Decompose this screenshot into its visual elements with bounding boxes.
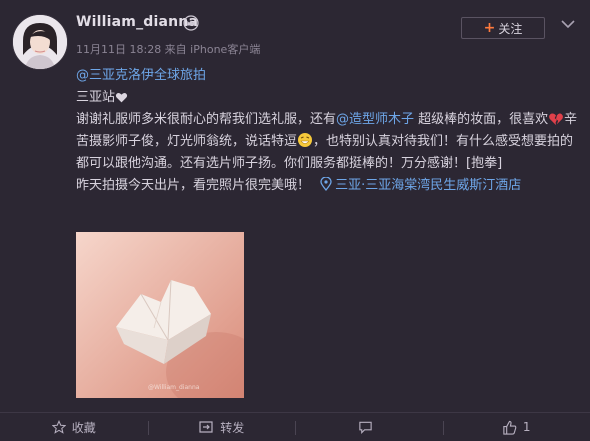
heart-icon: [115, 91, 128, 104]
favorite-button[interactable]: 收藏: [0, 413, 148, 441]
thumbs-up-icon: [502, 420, 517, 435]
follow-button[interactable]: + 关注: [461, 17, 545, 39]
mention-link-stylist[interactable]: @造型师木子: [336, 112, 414, 127]
favorite-label: 收藏: [72, 419, 96, 436]
post-card: William_dianna 11月11日 18:28 来自 iPhone客户端…: [0, 0, 590, 440]
location-pin-icon: [320, 177, 332, 191]
post-line-1: 三亚站: [76, 90, 115, 105]
post-content: @三亚克洛伊全球旅拍 三亚站 谢谢礼服师多米很耐心的帮我们选礼服，还有@造型师木…: [76, 65, 581, 197]
follow-label: 关注: [498, 20, 522, 37]
plus-icon: +: [484, 21, 496, 35]
star-icon: [52, 420, 66, 434]
post-text-e: 昨天拍摄今天出片，看完照片很完美哦！: [76, 178, 310, 193]
post-meta: 11月11日 18:28 来自 iPhone客户端: [76, 41, 260, 57]
comment-icon: [358, 420, 373, 434]
mention-link[interactable]: @三亚克洛伊全球旅拍: [76, 68, 206, 83]
chevron-down-icon[interactable]: [559, 17, 577, 31]
post-text-a: 谢谢礼服师多米很耐心的帮我们选礼服，还有: [76, 112, 336, 127]
avatar[interactable]: [12, 14, 68, 70]
broken-heart-icon: [548, 112, 564, 126]
grin-emoji-icon: [297, 132, 313, 148]
username[interactable]: William_dianna: [76, 14, 198, 30]
like-count: 1: [523, 420, 531, 434]
location-link[interactable]: 三亚·三亚海棠湾民生威斯汀酒店: [335, 178, 521, 193]
post-photo[interactable]: @William_dianna: [76, 232, 244, 398]
repost-button[interactable]: 转发: [148, 413, 296, 441]
crown-icon: [183, 15, 199, 31]
repost-label: 转发: [220, 419, 244, 436]
photo-watermark: @William_dianna: [148, 384, 199, 391]
like-button[interactable]: 1: [443, 413, 590, 441]
paper-heart-image: [76, 232, 244, 398]
comment-button[interactable]: [295, 413, 443, 441]
action-bar: 收藏 转发 1: [0, 412, 590, 441]
avatar-image: [13, 15, 67, 69]
repost-icon: [198, 420, 214, 434]
post-text-b: 超级棒的妆面，很喜欢: [414, 112, 548, 127]
